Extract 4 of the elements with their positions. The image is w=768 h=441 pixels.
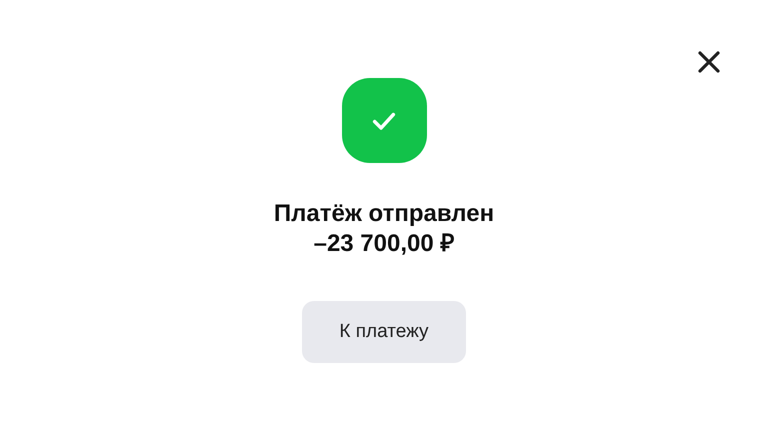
status-title: Платёж отправлен (274, 199, 494, 229)
to-payment-button[interactable]: К платежу (302, 301, 466, 363)
success-check-icon (342, 78, 426, 163)
amount-text: –23 700,00 ₽ (314, 229, 454, 259)
